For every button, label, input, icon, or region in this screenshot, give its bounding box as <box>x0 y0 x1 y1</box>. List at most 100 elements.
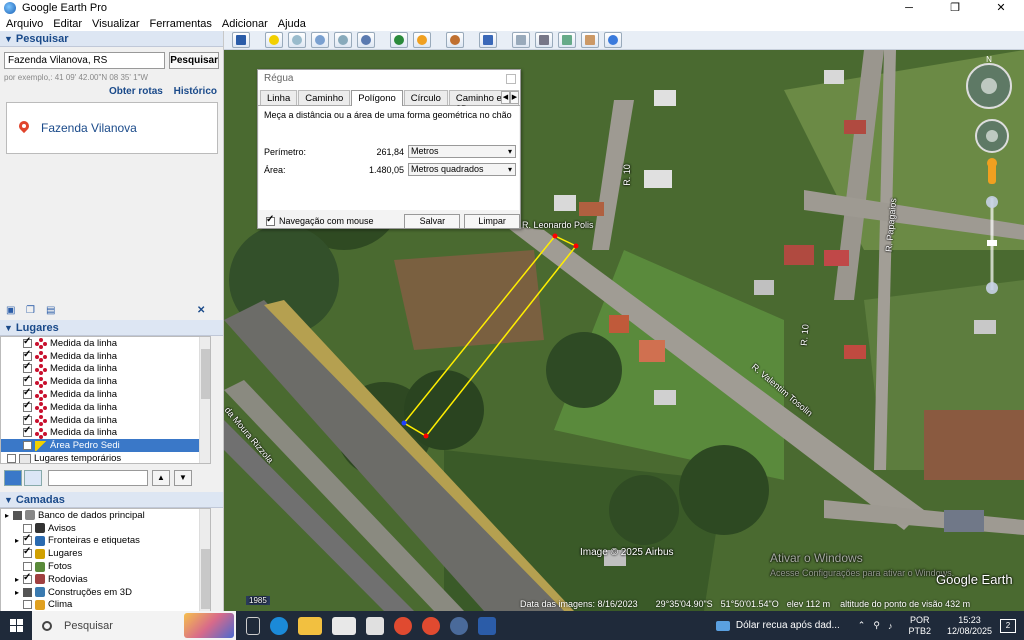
places-item[interactable]: Medida da linha <box>1 349 210 363</box>
clear-button[interactable]: Limpar <box>464 213 520 229</box>
close-panel-icon[interactable]: ✕ <box>197 305 209 317</box>
menu-adicionar[interactable]: Adicionar <box>222 18 268 30</box>
get-directions-link[interactable]: Obter rotas <box>109 86 163 97</box>
places-item[interactable]: Lugares temporários <box>1 452 210 463</box>
layers-item[interactable]: ▸ Construções em 3D <box>1 586 210 599</box>
places-item-checkbox[interactable] <box>23 349 32 361</box>
notifications-icon[interactable]: 2 <box>1000 618 1016 633</box>
task-view-icon[interactable] <box>246 616 260 635</box>
search-result[interactable]: Fazenda Vilanova <box>6 102 218 154</box>
places-item-checkbox[interactable] <box>23 361 32 374</box>
layers-item-checkbox[interactable] <box>23 562 32 572</box>
print-toolbar-icon[interactable] <box>535 32 553 48</box>
layers-item-checkbox[interactable] <box>23 600 32 610</box>
expand-arrow-icon[interactable]: ▸ <box>5 511 13 520</box>
area-unit-select[interactable]: Metros quadrados <box>408 163 516 176</box>
places-item[interactable]: Medida da linha <box>1 425 210 440</box>
save-image-icon[interactable] <box>558 32 576 48</box>
mail-icon[interactable] <box>366 616 384 635</box>
windows-start-button[interactable] <box>0 611 32 640</box>
layers-item[interactable]: Clima <box>1 599 210 612</box>
expand-arrow-icon[interactable]: ▸ <box>15 536 23 545</box>
tab-caminho[interactable]: Caminho <box>298 90 351 105</box>
layers-item-checkbox[interactable] <box>23 523 32 533</box>
places-item[interactable]: Medida da linha <box>1 400 210 414</box>
email-icon[interactable] <box>512 32 530 48</box>
mouse-navigation-checkbox[interactable] <box>266 214 275 226</box>
expand-arrow-icon[interactable]: ▸ <box>15 575 23 584</box>
places-item-checkbox[interactable] <box>7 454 16 463</box>
move-up-button[interactable]: ▲ <box>152 470 170 486</box>
places-item[interactable]: Área Pedro Sedi <box>1 439 210 453</box>
menu-visualizar[interactable]: Visualizar <box>92 18 140 30</box>
tab-linha[interactable]: Linha <box>260 90 298 105</box>
places-section-header[interactable]: ▼ Lugares <box>0 320 223 336</box>
layers-item[interactable]: Avisos <box>1 522 210 535</box>
places-filter-input[interactable] <box>48 470 148 486</box>
layers-item[interactable]: ▸ Rodovias <box>1 572 210 586</box>
tab-left-arrow[interactable]: ◀ <box>501 91 510 104</box>
layers-item[interactable]: Fotos <box>1 560 210 573</box>
network-icon[interactable]: ⚲ <box>873 620 880 631</box>
places-item[interactable]: Medida da linha <box>1 413 210 427</box>
layers-item[interactable]: Lugares <box>1 546 210 560</box>
places-item-checkbox[interactable] <box>23 441 32 451</box>
places-scrollbar[interactable] <box>199 337 210 463</box>
overlay-icon[interactable] <box>334 32 352 48</box>
places-item-checkbox[interactable] <box>23 413 32 425</box>
places-item[interactable]: Medida da linha <box>1 374 210 388</box>
word-icon[interactable] <box>478 616 496 635</box>
copy-icon[interactable]: ❐ <box>26 305 38 317</box>
places-item-checkbox[interactable] <box>23 400 32 412</box>
dialog-close-icon[interactable] <box>506 74 516 84</box>
search-section-header[interactable]: ▼ Pesquisar <box>0 31 223 47</box>
layers-item-checkbox[interactable] <box>23 572 32 584</box>
language-indicator[interactable]: POR PTB2 <box>908 615 931 637</box>
tab-right-arrow[interactable]: ▶ <box>510 91 519 104</box>
sidebar-toggle-icon[interactable] <box>232 32 250 48</box>
placemark-icon[interactable] <box>265 32 283 48</box>
places-item-checkbox[interactable] <box>23 387 32 400</box>
minimize-button[interactable]: ─ <box>886 0 932 16</box>
add-folder-icon[interactable]: ▣ <box>6 305 18 317</box>
layers-item-checkbox[interactable] <box>23 533 32 546</box>
layers-item[interactable]: ▸ Fronteiras e etiquetas <box>1 533 210 548</box>
menu-ferramentas[interactable]: Ferramentas <box>150 18 212 30</box>
search-button[interactable]: Pesquisar <box>169 52 219 69</box>
menu-ajuda[interactable]: Ajuda <box>278 18 306 30</box>
close-button[interactable]: ✕ <box>978 0 1024 16</box>
chrome-icon[interactable] <box>394 616 412 635</box>
edge-icon[interactable] <box>270 616 288 635</box>
places-item-checkbox[interactable] <box>23 425 32 438</box>
save-button[interactable]: Salvar <box>404 213 461 229</box>
maximize-button[interactable]: ❐ <box>932 0 978 16</box>
polygon-icon[interactable] <box>288 32 306 48</box>
path-icon[interactable] <box>311 32 329 48</box>
planets-icon[interactable] <box>446 32 464 48</box>
move-down-button[interactable]: ▼ <box>174 470 192 486</box>
layers-item-checkbox[interactable] <box>23 587 32 597</box>
search-input[interactable] <box>4 52 166 69</box>
tour-icon[interactable] <box>357 32 375 48</box>
layers-item[interactable]: ▸ Banco de dados principal <box>1 509 210 522</box>
places-item-checkbox[interactable] <box>23 337 32 348</box>
tab-circulo[interactable]: Círculo <box>403 90 448 105</box>
print-icon[interactable]: ▤ <box>46 305 58 317</box>
places-item[interactable]: Medida da linha <box>1 337 210 350</box>
store-icon[interactable] <box>332 616 356 635</box>
news-widget[interactable]: Dólar recua após dad... <box>715 620 840 631</box>
places-item[interactable]: Medida da linha <box>1 387 210 401</box>
layers-section-header[interactable]: ▼ Camadas <box>0 492 223 508</box>
taskbar-search[interactable]: Pesquisar <box>32 611 236 640</box>
chrome-profile-icon[interactable] <box>422 616 440 635</box>
expand-arrow-icon[interactable]: ▸ <box>15 588 23 597</box>
maps-globe-icon[interactable] <box>604 32 622 48</box>
sunlight-icon[interactable] <box>413 32 431 48</box>
file-explorer-icon[interactable] <box>298 616 322 635</box>
menu-editar[interactable]: Editar <box>53 18 82 30</box>
search-places-button[interactable] <box>4 470 22 486</box>
google-earth-taskbar-icon[interactable] <box>450 616 468 635</box>
perimeter-unit-select[interactable]: Metros <box>408 145 516 158</box>
places-item-checkbox[interactable] <box>23 374 32 387</box>
tab-poligono[interactable]: Polígono <box>351 90 403 107</box>
